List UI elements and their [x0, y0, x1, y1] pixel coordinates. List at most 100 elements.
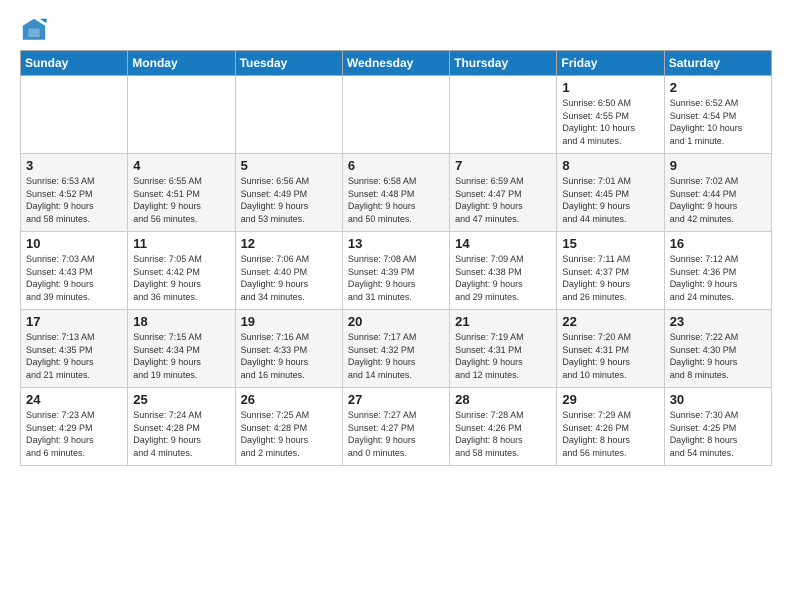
cell-info: Sunrise: 7:28 AM Sunset: 4:26 PM Dayligh…: [455, 409, 551, 459]
calendar-cell: 19 Sunrise: 7:16 AM Sunset: 4:33 PM Dayli…: [235, 310, 342, 388]
cell-info: Sunrise: 7:11 AM Sunset: 4:37 PM Dayligh…: [562, 253, 658, 303]
header: [20, 16, 772, 44]
day-number: 24: [26, 392, 122, 407]
cell-info: Sunrise: 7:03 AM Sunset: 4:43 PM Dayligh…: [26, 253, 122, 303]
day-number: 18: [133, 314, 229, 329]
cell-info: Sunrise: 6:59 AM Sunset: 4:47 PM Dayligh…: [455, 175, 551, 225]
header-day-friday: Friday: [557, 51, 664, 76]
cell-info: Sunrise: 7:08 AM Sunset: 4:39 PM Dayligh…: [348, 253, 444, 303]
cell-info: Sunrise: 7:02 AM Sunset: 4:44 PM Dayligh…: [670, 175, 766, 225]
cell-info: Sunrise: 6:50 AM Sunset: 4:55 PM Dayligh…: [562, 97, 658, 147]
cell-info: Sunrise: 7:09 AM Sunset: 4:38 PM Dayligh…: [455, 253, 551, 303]
cell-info: Sunrise: 7:29 AM Sunset: 4:26 PM Dayligh…: [562, 409, 658, 459]
day-number: 8: [562, 158, 658, 173]
cell-info: Sunrise: 7:22 AM Sunset: 4:30 PM Dayligh…: [670, 331, 766, 381]
cell-info: Sunrise: 7:12 AM Sunset: 4:36 PM Dayligh…: [670, 253, 766, 303]
day-number: 12: [241, 236, 337, 251]
cell-info: Sunrise: 7:16 AM Sunset: 4:33 PM Dayligh…: [241, 331, 337, 381]
day-number: 28: [455, 392, 551, 407]
cell-info: Sunrise: 7:06 AM Sunset: 4:40 PM Dayligh…: [241, 253, 337, 303]
header-day-saturday: Saturday: [664, 51, 771, 76]
day-number: 1: [562, 80, 658, 95]
day-number: 25: [133, 392, 229, 407]
day-number: 22: [562, 314, 658, 329]
day-number: 7: [455, 158, 551, 173]
day-number: 30: [670, 392, 766, 407]
calendar-header: SundayMondayTuesdayWednesdayThursdayFrid…: [21, 51, 772, 76]
cell-info: Sunrise: 7:30 AM Sunset: 4:25 PM Dayligh…: [670, 409, 766, 459]
cell-info: Sunrise: 7:23 AM Sunset: 4:29 PM Dayligh…: [26, 409, 122, 459]
calendar-cell: 17Sunrise: 7:13 AM Sunset: 4:35 PM Dayli…: [21, 310, 128, 388]
calendar-cell: 18 Sunrise: 7:15 AM Sunset: 4:34 PM Dayli…: [128, 310, 235, 388]
cell-info: Sunrise: 7:13 AM Sunset: 4:35 PM Dayligh…: [26, 331, 122, 381]
calendar-cell: 4 Sunrise: 6:55 AM Sunset: 4:51 PM Daylig…: [128, 154, 235, 232]
day-number: 26: [241, 392, 337, 407]
day-number: 29: [562, 392, 658, 407]
cell-info: Sunrise: 6:55 AM Sunset: 4:51 PM Dayligh…: [133, 175, 229, 225]
calendar-cell: 28 Sunrise: 7:28 AM Sunset: 4:26 PM Dayli…: [450, 388, 557, 466]
calendar-cell: 21 Sunrise: 7:19 AM Sunset: 4:31 PM Dayli…: [450, 310, 557, 388]
header-row: SundayMondayTuesdayWednesdayThursdayFrid…: [21, 51, 772, 76]
week-row-5: 24 Sunrise: 7:23 AM Sunset: 4:29 PM Dayli…: [21, 388, 772, 466]
cell-info: Sunrise: 7:27 AM Sunset: 4:27 PM Dayligh…: [348, 409, 444, 459]
calendar-cell: 27 Sunrise: 7:27 AM Sunset: 4:27 PM Dayli…: [342, 388, 449, 466]
calendar-cell: 16 Sunrise: 7:12 AM Sunset: 4:36 PM Dayli…: [664, 232, 771, 310]
calendar-cell: 1 Sunrise: 6:50 AM Sunset: 4:55 PM Daylig…: [557, 76, 664, 154]
cell-info: Sunrise: 7:24 AM Sunset: 4:28 PM Dayligh…: [133, 409, 229, 459]
cell-info: Sunrise: 7:01 AM Sunset: 4:45 PM Dayligh…: [562, 175, 658, 225]
header-day-thursday: Thursday: [450, 51, 557, 76]
calendar-cell: 2 Sunrise: 6:52 AM Sunset: 4:54 PM Daylig…: [664, 76, 771, 154]
cell-info: Sunrise: 7:17 AM Sunset: 4:32 PM Dayligh…: [348, 331, 444, 381]
calendar-cell: 5 Sunrise: 6:56 AM Sunset: 4:49 PM Daylig…: [235, 154, 342, 232]
cell-info: Sunrise: 7:15 AM Sunset: 4:34 PM Dayligh…: [133, 331, 229, 381]
day-number: 9: [670, 158, 766, 173]
day-number: 23: [670, 314, 766, 329]
calendar-cell: 29 Sunrise: 7:29 AM Sunset: 4:26 PM Dayli…: [557, 388, 664, 466]
header-day-monday: Monday: [128, 51, 235, 76]
week-row-1: 1 Sunrise: 6:50 AM Sunset: 4:55 PM Daylig…: [21, 76, 772, 154]
calendar-cell: 8 Sunrise: 7:01 AM Sunset: 4:45 PM Daylig…: [557, 154, 664, 232]
cell-info: Sunrise: 7:25 AM Sunset: 4:28 PM Dayligh…: [241, 409, 337, 459]
calendar-cell: 23 Sunrise: 7:22 AM Sunset: 4:30 PM Dayli…: [664, 310, 771, 388]
week-row-2: 3 Sunrise: 6:53 AM Sunset: 4:52 PM Daylig…: [21, 154, 772, 232]
day-number: 3: [26, 158, 122, 173]
day-number: 20: [348, 314, 444, 329]
day-number: 4: [133, 158, 229, 173]
header-day-tuesday: Tuesday: [235, 51, 342, 76]
cell-info: Sunrise: 6:56 AM Sunset: 4:49 PM Dayligh…: [241, 175, 337, 225]
cell-info: Sunrise: 6:53 AM Sunset: 4:52 PM Dayligh…: [26, 175, 122, 225]
calendar-cell: 20 Sunrise: 7:17 AM Sunset: 4:32 PM Dayli…: [342, 310, 449, 388]
day-number: 14: [455, 236, 551, 251]
cell-info: Sunrise: 7:19 AM Sunset: 4:31 PM Dayligh…: [455, 331, 551, 381]
day-number: 27: [348, 392, 444, 407]
calendar-cell: [235, 76, 342, 154]
logo: [20, 16, 52, 44]
day-number: 11: [133, 236, 229, 251]
calendar-cell: [450, 76, 557, 154]
calendar-cell: 15 Sunrise: 7:11 AM Sunset: 4:37 PM Dayli…: [557, 232, 664, 310]
day-number: 10: [26, 236, 122, 251]
calendar-cell: 25 Sunrise: 7:24 AM Sunset: 4:28 PM Dayli…: [128, 388, 235, 466]
day-number: 16: [670, 236, 766, 251]
day-number: 21: [455, 314, 551, 329]
header-day-sunday: Sunday: [21, 51, 128, 76]
calendar-cell: 22Sunrise: 7:20 AM Sunset: 4:31 PM Dayli…: [557, 310, 664, 388]
day-number: 2: [670, 80, 766, 95]
header-day-wednesday: Wednesday: [342, 51, 449, 76]
page: SundayMondayTuesdayWednesdayThursdayFrid…: [0, 0, 792, 476]
calendar-body: 1 Sunrise: 6:50 AM Sunset: 4:55 PM Daylig…: [21, 76, 772, 466]
calendar-cell: [21, 76, 128, 154]
calendar-cell: [342, 76, 449, 154]
calendar-cell: 26 Sunrise: 7:25 AM Sunset: 4:28 PM Dayli…: [235, 388, 342, 466]
day-number: 19: [241, 314, 337, 329]
cell-info: Sunrise: 7:05 AM Sunset: 4:42 PM Dayligh…: [133, 253, 229, 303]
day-number: 15: [562, 236, 658, 251]
calendar-cell: 13Sunrise: 7:08 AM Sunset: 4:39 PM Dayli…: [342, 232, 449, 310]
calendar-cell: 14 Sunrise: 7:09 AM Sunset: 4:38 PM Dayli…: [450, 232, 557, 310]
calendar-cell: 11 Sunrise: 7:05 AM Sunset: 4:42 PM Dayli…: [128, 232, 235, 310]
cell-info: Sunrise: 6:52 AM Sunset: 4:54 PM Dayligh…: [670, 97, 766, 147]
calendar-cell: 30 Sunrise: 7:30 AM Sunset: 4:25 PM Dayli…: [664, 388, 771, 466]
day-number: 5: [241, 158, 337, 173]
day-number: 6: [348, 158, 444, 173]
calendar-cell: 9 Sunrise: 7:02 AM Sunset: 4:44 PM Daylig…: [664, 154, 771, 232]
